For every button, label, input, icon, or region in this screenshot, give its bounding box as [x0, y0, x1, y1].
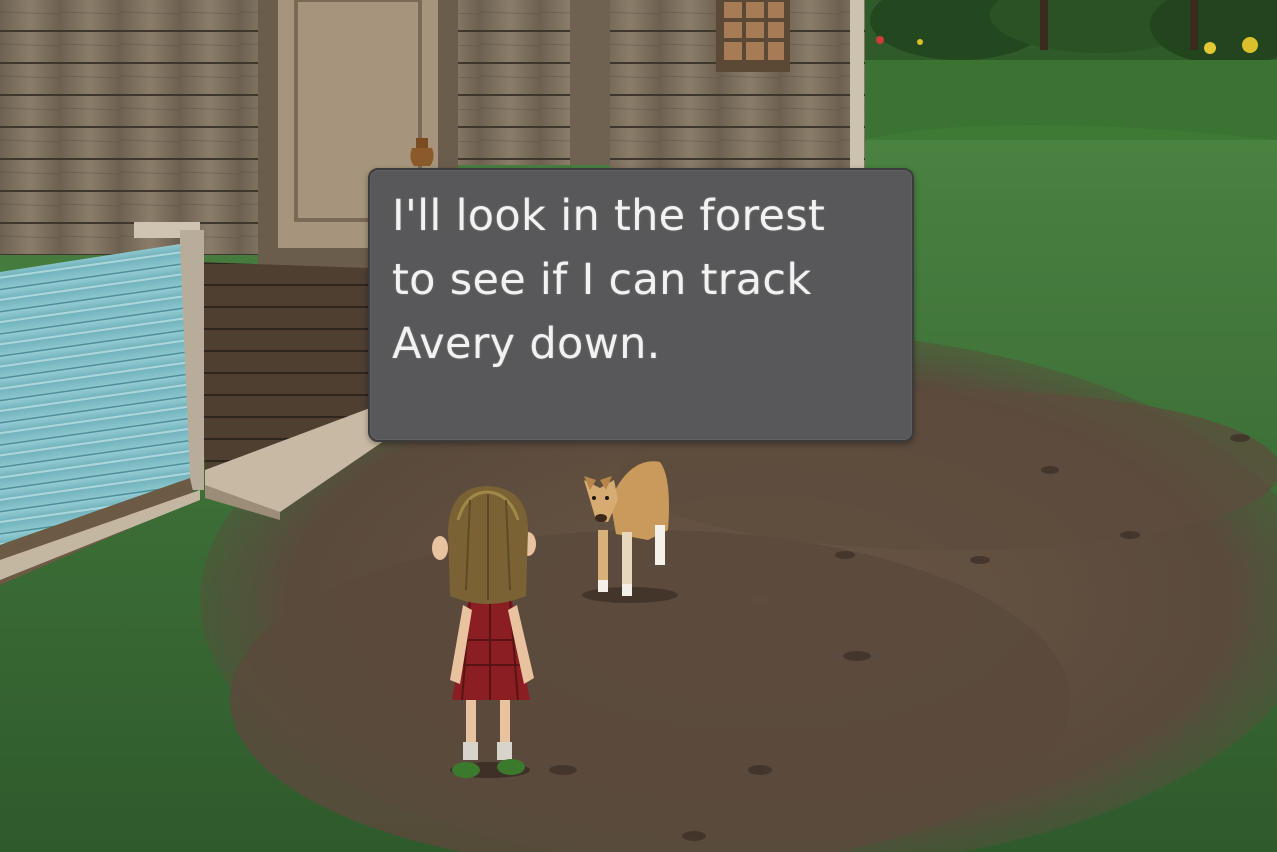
dialogue-box[interactable]: I'll look in the forest to see if I can …	[368, 168, 914, 442]
background-foliage	[862, 0, 1277, 140]
dialogue-text: I'll look in the forest to see if I can …	[392, 191, 826, 369]
game-scene: I'll look in the forest to see if I can …	[0, 0, 1277, 852]
